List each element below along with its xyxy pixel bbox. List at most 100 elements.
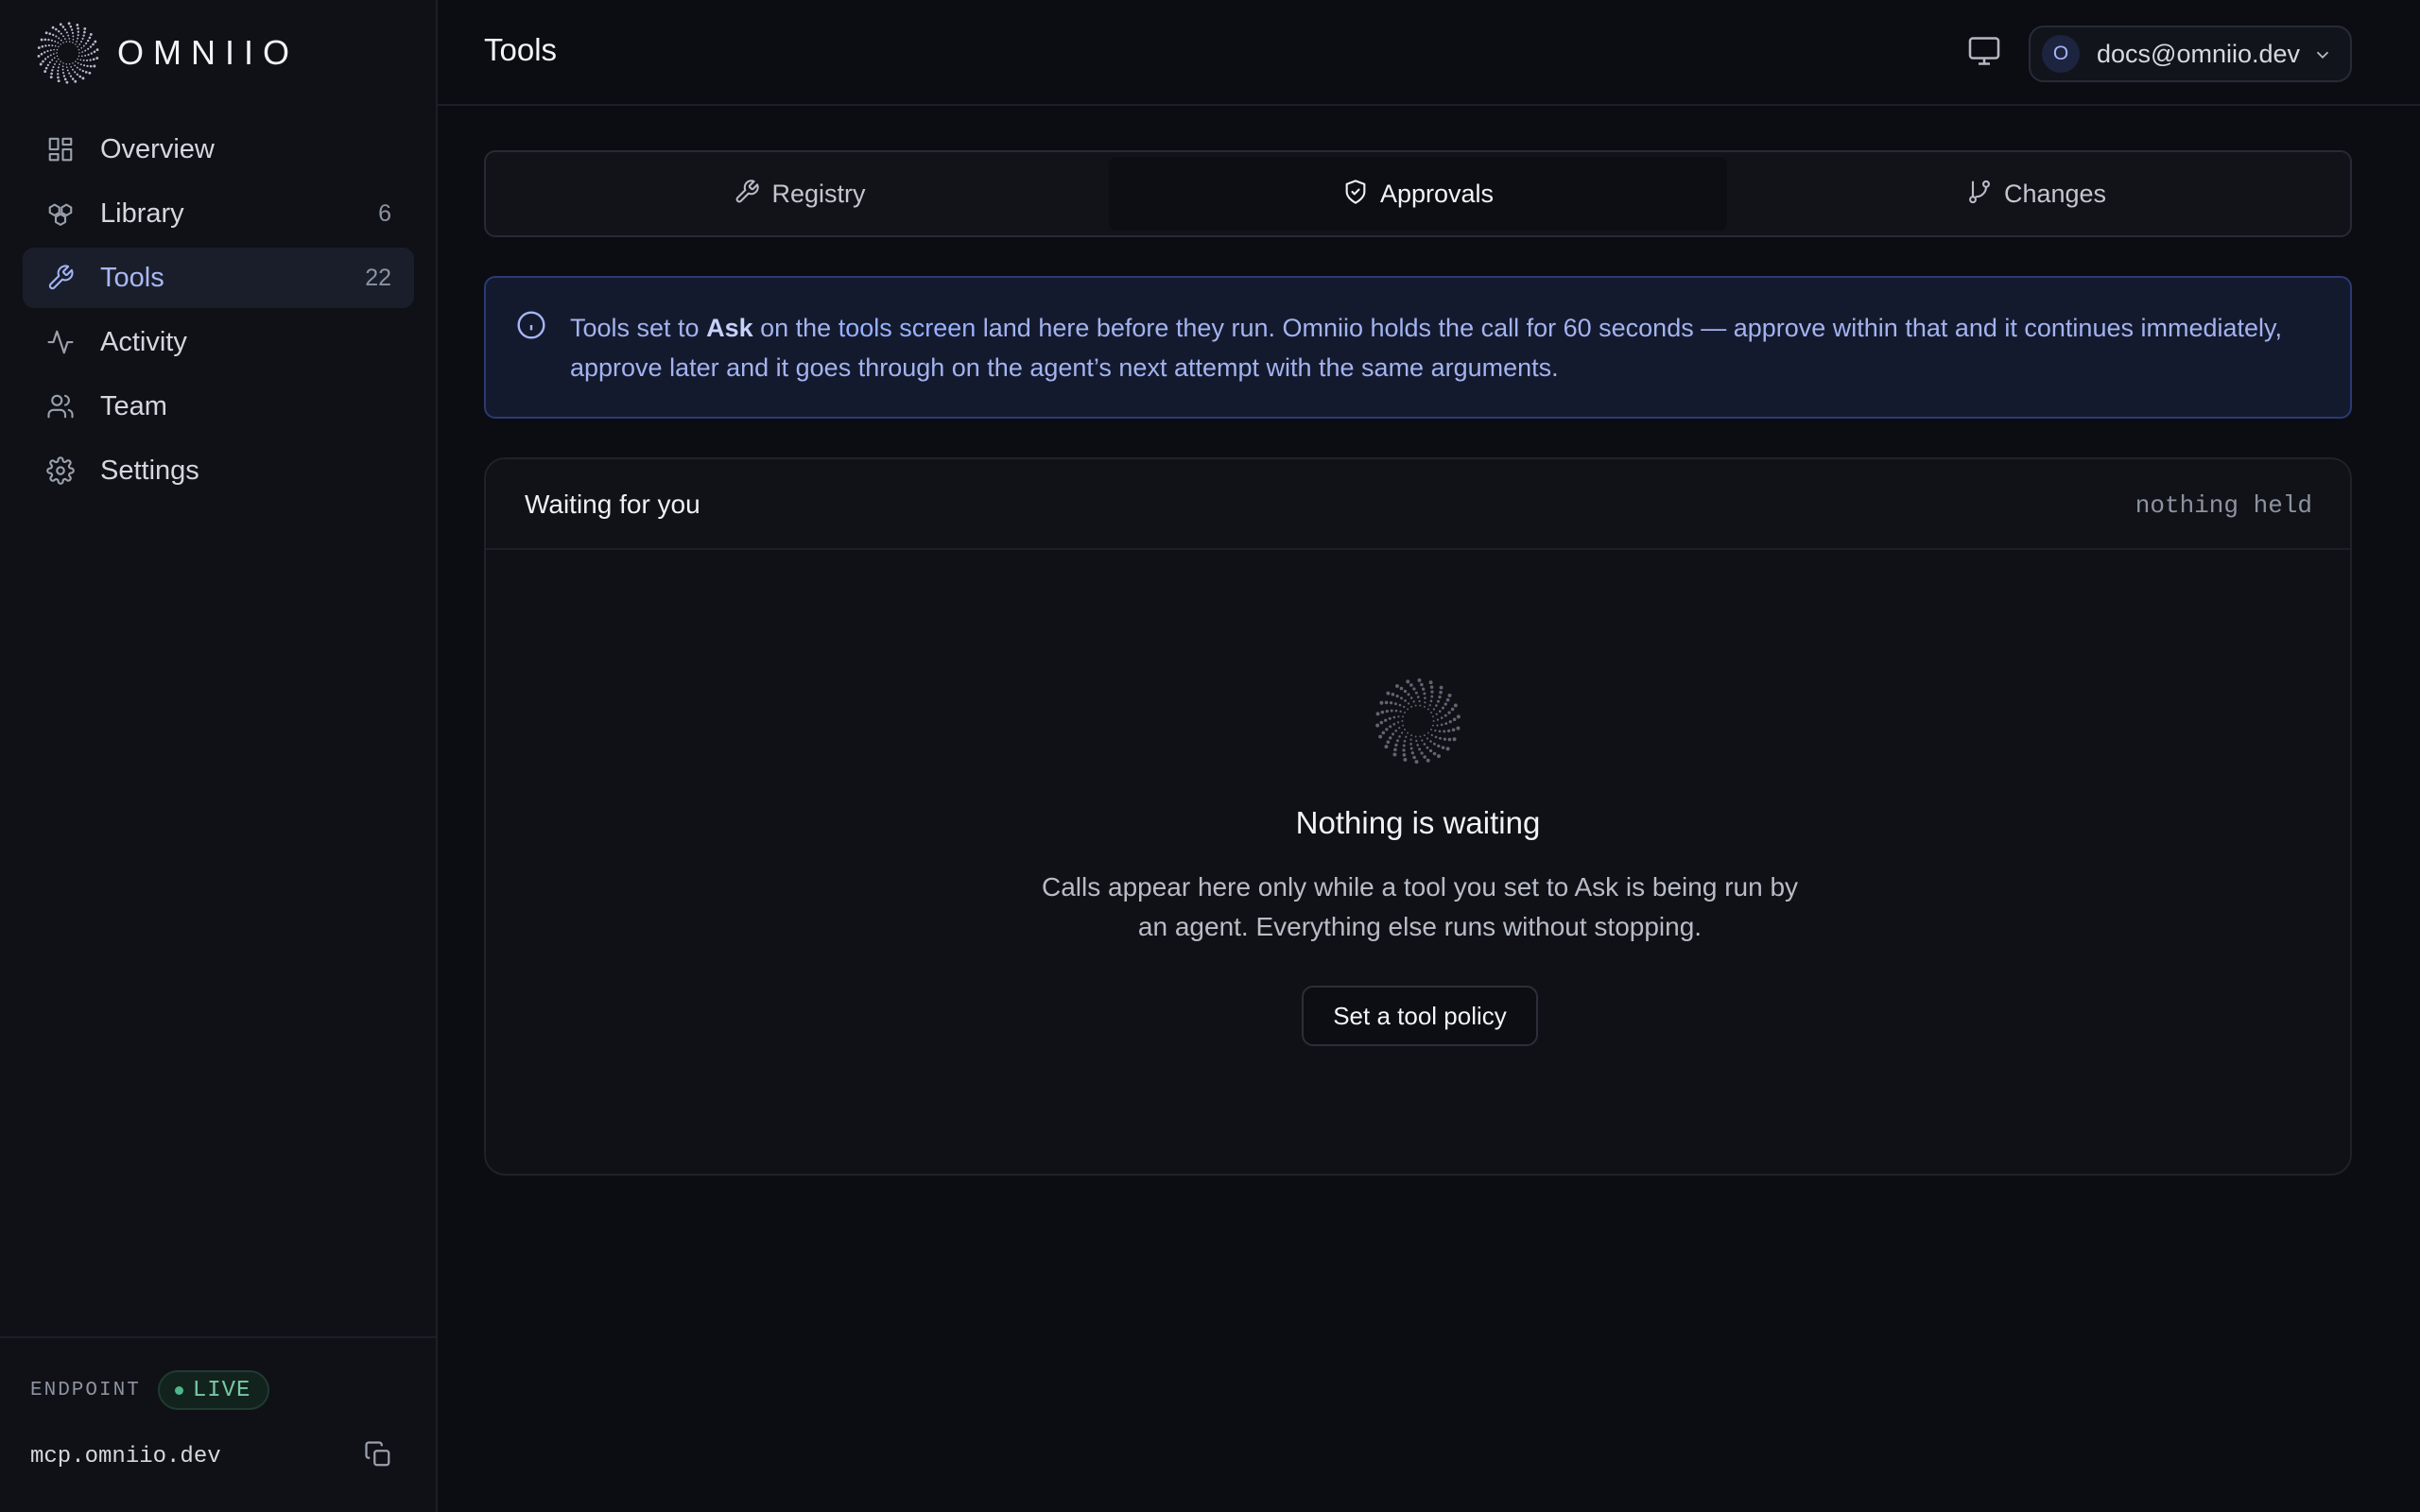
sidebar-item-settings[interactable]: Settings [23, 440, 414, 501]
logo-dot [1394, 729, 1398, 732]
logo-dot [56, 52, 58, 54]
logo-dot [1384, 700, 1389, 705]
set-tool-policy-button[interactable]: Set a tool policy [1302, 986, 1538, 1046]
logo-dot [1410, 751, 1414, 755]
logo-dot [68, 38, 70, 40]
info-text-part: on the [752, 314, 838, 342]
logo-dot [1435, 704, 1438, 707]
logo-dot [1419, 735, 1422, 738]
account-menu-button[interactable]: O docs@omniio.dev [2029, 26, 2352, 82]
logo-dot [44, 44, 47, 47]
logo-dot [61, 26, 65, 28]
logo-dot [1416, 744, 1420, 747]
logo-dot [95, 48, 99, 52]
logo-dot [89, 32, 93, 36]
logo-dot [92, 58, 95, 61]
logo-dot [74, 79, 78, 83]
logo-dot [1403, 689, 1408, 694]
logo-dot [1437, 754, 1441, 759]
logo-dot [72, 62, 74, 64]
logo-dot [1397, 715, 1400, 718]
logo-dot [1414, 704, 1417, 707]
live-dot-icon [174, 1385, 183, 1395]
gear-icon [45, 455, 76, 486]
logo-dot [89, 45, 93, 48]
logo-dot [49, 54, 52, 57]
logo-dot [1400, 731, 1404, 734]
logo-dot [50, 72, 53, 76]
logo-dot [75, 43, 77, 45]
logo-dot [69, 75, 73, 77]
logo-dot [79, 59, 82, 61]
sidebar-item-library[interactable]: Library 6 [23, 183, 414, 244]
logo-dot [84, 71, 88, 74]
logo-dot [1424, 701, 1426, 704]
logo-dot [1434, 735, 1438, 739]
logo-dot [1452, 737, 1457, 742]
logo-dot [93, 50, 96, 54]
logo-dot [89, 64, 93, 68]
logo-dot [1419, 704, 1422, 707]
logo-dot [1426, 708, 1429, 711]
waiting-panel-header: Waiting for you nothing held [486, 459, 2350, 550]
info-text: Tools set to Ask on the tools screen lan… [570, 308, 2328, 387]
tab-changes[interactable]: Changes [1727, 157, 2345, 231]
logo-dot [1402, 748, 1406, 752]
sidebar-item-overview[interactable]: Overview [23, 119, 414, 180]
tools-screen-link[interactable]: tools screen [838, 314, 977, 342]
logo-dot [1396, 721, 1400, 724]
logo-dot [81, 69, 84, 73]
logo-dot [1389, 701, 1393, 705]
logo-dot [1436, 718, 1440, 721]
logo-dot [49, 49, 52, 52]
logo-dot [83, 64, 86, 67]
logo-dot [1430, 690, 1434, 694]
logo-dot [1447, 737, 1452, 742]
logo-dot [1401, 720, 1404, 722]
logo-dot [57, 73, 60, 76]
logo-dot [67, 34, 70, 37]
panel-title: Waiting for you [525, 490, 700, 519]
logo-dot [1412, 700, 1415, 703]
logo-dot [80, 41, 82, 43]
logo-dot [86, 39, 90, 43]
logo-dot [44, 31, 48, 35]
logo-dot [53, 53, 55, 55]
sidebar-item-activity[interactable]: Activity [23, 312, 414, 372]
logo-dot [51, 26, 55, 29]
logo-dot [1417, 678, 1422, 682]
chevron-down-icon [2312, 44, 2333, 65]
logo-dot [37, 46, 41, 49]
logo-dot [1412, 755, 1416, 760]
tab-approvals[interactable]: Approvals [1109, 157, 1727, 231]
logo-dot [1447, 711, 1451, 714]
sidebar-item-team[interactable]: Team [23, 376, 414, 437]
logo-dot [39, 62, 43, 66]
copy-icon[interactable] [364, 1440, 394, 1470]
brand[interactable]: OMNIIO [36, 21, 299, 85]
shield-check-icon [1342, 179, 1369, 210]
logo-dot [1412, 687, 1416, 691]
logo-dot [53, 57, 56, 60]
logo-dot [1422, 687, 1426, 691]
logo-dot [1444, 722, 1448, 726]
sidebar-item-label: Team [100, 390, 167, 421]
logo-dot [52, 65, 55, 69]
logo-dot [51, 44, 54, 47]
logo-dot [1438, 695, 1442, 699]
logo-dot [1398, 703, 1402, 707]
wrench-icon [734, 179, 760, 210]
tab-registry[interactable]: Registry [491, 157, 1109, 231]
logo-dot [83, 26, 87, 30]
logo-dot [1407, 702, 1410, 705]
logo-dot [77, 37, 79, 40]
tab-label: Changes [2003, 179, 2107, 208]
sidebar-item-tools[interactable]: Tools 22 [23, 248, 414, 308]
sidebar-item-label: Activity [100, 326, 187, 357]
info-text-part: Tools set to [570, 314, 707, 342]
monitor-icon[interactable] [1967, 34, 2005, 72]
logo-dot [1398, 735, 1401, 738]
logo-dot [42, 60, 44, 63]
logo-dot [77, 58, 78, 60]
logo-dot [76, 23, 79, 26]
